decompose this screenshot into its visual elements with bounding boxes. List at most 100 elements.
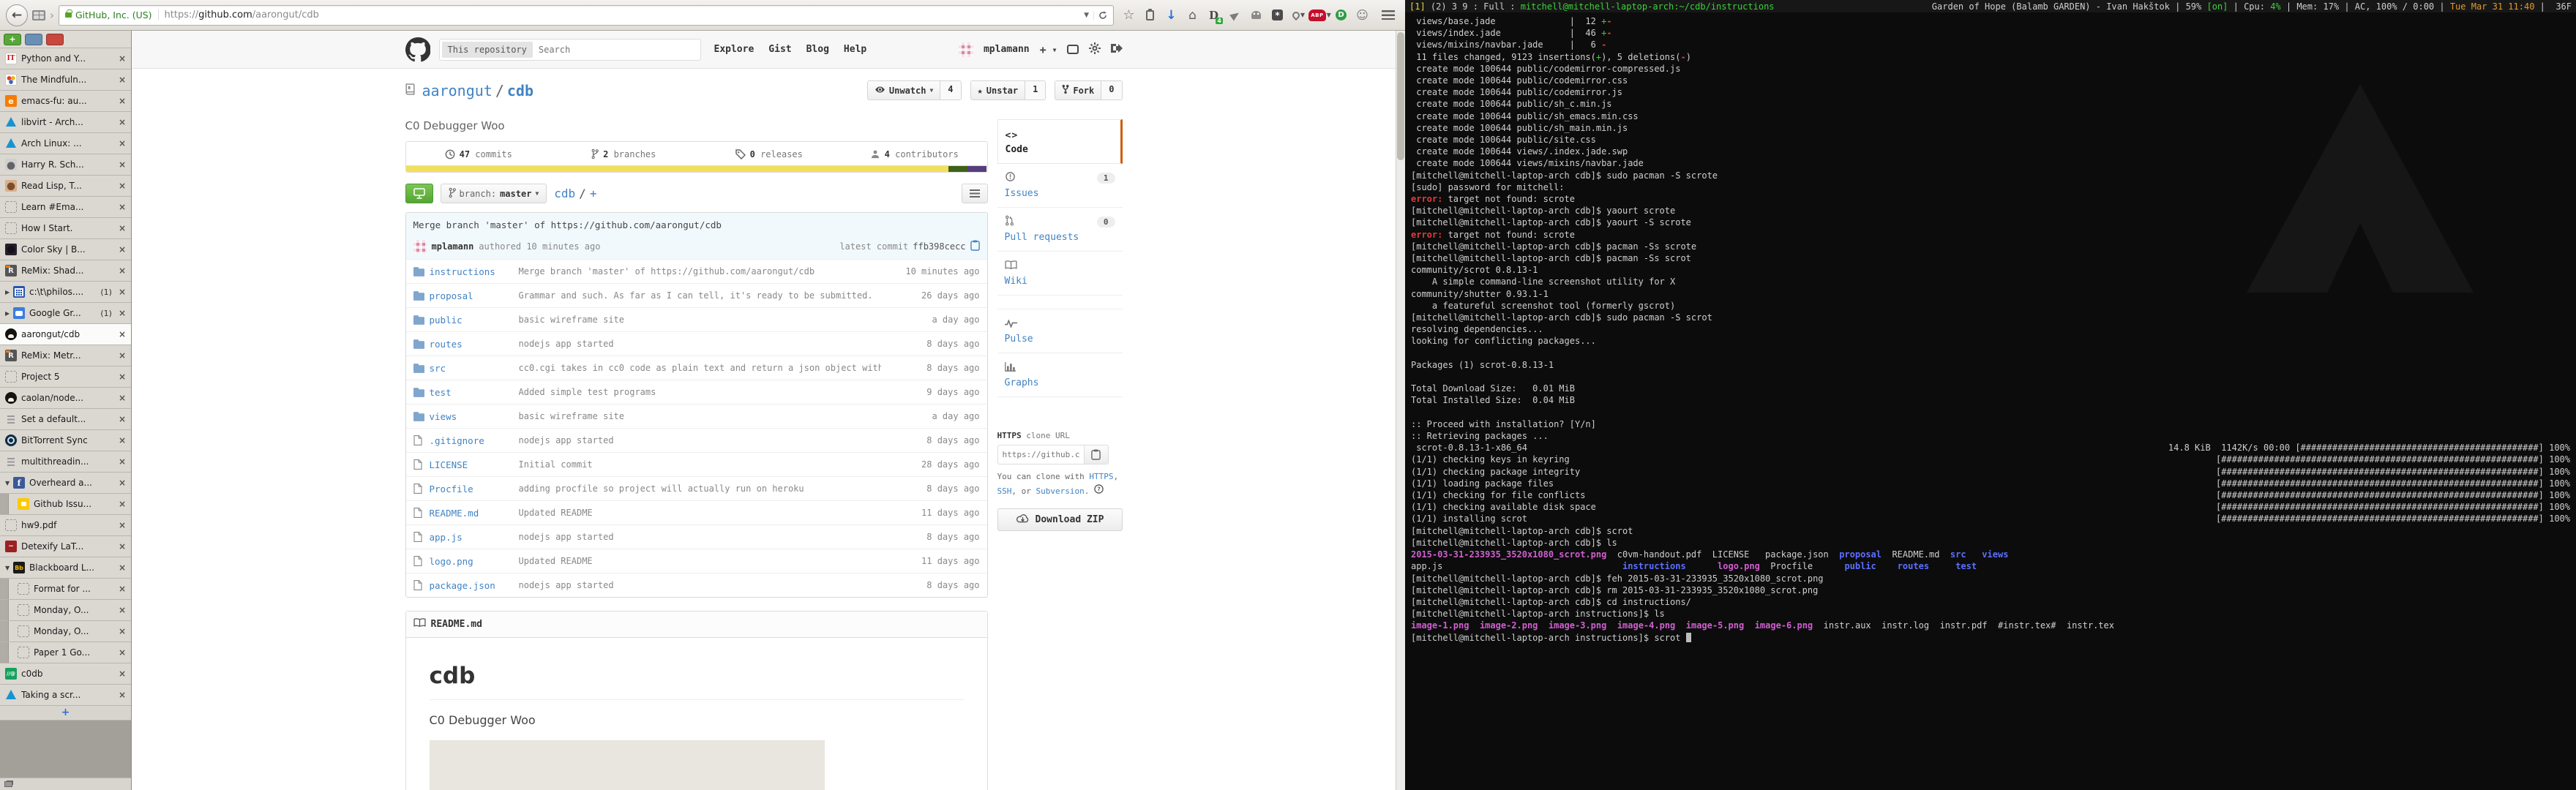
tab-row[interactable]: ITPython and Y...× <box>0 48 131 69</box>
bookmark-star-icon[interactable]: ☆ <box>1118 6 1139 25</box>
search-input[interactable] <box>533 45 700 55</box>
tab-row[interactable]: How I Start.× <box>0 218 131 239</box>
home-icon[interactable]: ⌂ <box>1182 6 1203 25</box>
download-arrow-icon[interactable]: ↓ <box>1161 6 1182 25</box>
tab-close-icon[interactable]: × <box>113 393 131 403</box>
language-bar[interactable] <box>405 166 988 173</box>
tab-close-icon[interactable]: × <box>113 372 131 382</box>
file-commit-message-link[interactable]: cc0.cgi takes in cc0 code as plain text … <box>519 363 881 373</box>
tab-row[interactable]: ▼BbBlackboard L...× <box>0 557 131 579</box>
sidebar-item-wiki[interactable]: Wiki <box>997 252 1123 296</box>
nav-link-gist[interactable]: Gist <box>768 44 791 55</box>
file-commit-message-link[interactable]: Updated README <box>519 556 881 566</box>
tab-row[interactable]: The Mindfuln...× <box>0 69 131 91</box>
lamp-icon[interactable]: ▼ <box>1288 6 1309 25</box>
repo-owner-link[interactable]: aarongut <box>422 82 493 99</box>
repo-name-link[interactable]: cdb <box>507 82 533 99</box>
file-commit-message-link[interactable]: basic wireframe site <box>519 315 881 325</box>
tab-close-icon[interactable]: × <box>113 541 131 552</box>
scrollbar-thumb[interactable] <box>1397 32 1404 160</box>
url-text[interactable]: https://github.com/aarongut/cdb <box>165 10 1080 20</box>
file-name-link[interactable]: LICENSE <box>430 459 519 470</box>
tab-close-icon[interactable]: × <box>113 435 131 445</box>
tab-close-icon[interactable]: × <box>113 75 131 85</box>
sidebar-item-issues[interactable]: 1Issues <box>997 164 1123 208</box>
watch-count[interactable]: 4 <box>940 81 960 99</box>
file-name-link[interactable]: package.json <box>430 580 519 591</box>
clone-ssh-link[interactable]: SSH <box>997 486 1012 496</box>
star-count[interactable]: 1 <box>1025 81 1045 99</box>
github-logo-icon[interactable] <box>405 37 430 62</box>
commit-message-link[interactable]: Merge branch 'master' of https://github.… <box>406 213 987 236</box>
new-file-button[interactable]: + <box>590 187 597 200</box>
branch-selector[interactable]: branch: master ▼ <box>441 184 547 203</box>
tab-close-icon[interactable]: × <box>113 287 131 297</box>
session-manager-icon[interactable]: * <box>1267 6 1288 25</box>
breadcrumb-repo-link[interactable]: cdb <box>554 187 575 200</box>
tab-close-icon[interactable]: × <box>113 456 131 467</box>
tab-row[interactable]: Paper 1 Go...× <box>0 642 131 663</box>
back-button[interactable]: ← <box>6 4 28 26</box>
sidebar-green-button[interactable]: + <box>4 34 21 45</box>
help-icon[interactable]: ? <box>1094 486 1104 496</box>
tab-row[interactable]: aarongut/cdb× <box>0 324 131 345</box>
file-name-link[interactable]: instructions <box>430 266 519 277</box>
tab-close-icon[interactable]: × <box>113 584 131 594</box>
twisty-icon[interactable]: ▶ <box>5 310 13 317</box>
search-box[interactable]: This repository <box>439 39 701 61</box>
tab-row[interactable]: Monday, O...× <box>0 600 131 621</box>
tab-row[interactable]: Read Lisp, T...× <box>0 176 131 197</box>
file-commit-message-link[interactable]: nodejs app started <box>519 339 881 349</box>
tab-row[interactable]: //@c0db× <box>0 663 131 685</box>
sidebar-item-graphs[interactable]: Graphs <box>997 353 1123 397</box>
tab-close-icon[interactable]: × <box>113 117 131 127</box>
tab-close-icon[interactable]: × <box>113 96 131 106</box>
file-name-link[interactable]: logo.png <box>430 556 519 567</box>
new-repo-menu[interactable]: + ▼ <box>1040 43 1057 56</box>
tab-row[interactable]: Arch Linux: ...× <box>0 133 131 154</box>
terminal-window[interactable]: [1] (2) 3 9 : Full : mitchell@mitchell-l… <box>1405 0 2576 790</box>
clone-https-link[interactable]: HTTPS <box>1089 472 1113 481</box>
commit-author-avatar[interactable] <box>413 240 427 253</box>
stat-commits[interactable]: 47 commits <box>406 142 552 165</box>
downthemall-icon[interactable]: D4 <box>1203 6 1224 25</box>
site-identity[interactable]: GitHub, Inc. (US) <box>65 10 159 20</box>
file-list-view-button[interactable] <box>962 184 988 203</box>
tab-row[interactable]: RReMix: Shad...× <box>0 260 131 282</box>
tab-close-icon[interactable]: × <box>113 223 131 233</box>
clipboard-icon[interactable] <box>1139 6 1161 25</box>
tab-close-icon[interactable]: × <box>113 308 131 318</box>
copy-sha-icon[interactable] <box>970 240 980 253</box>
tab-close-icon[interactable]: × <box>113 520 131 530</box>
file-name-link[interactable]: routes <box>430 339 519 350</box>
fork-count[interactable]: 0 <box>1101 81 1121 99</box>
tab-row[interactable]: ▶c:\t\philos....(1)× <box>0 282 131 303</box>
twisty-icon[interactable]: ▼ <box>5 480 13 486</box>
tab-row[interactable]: caolan/node...× <box>0 388 131 409</box>
sidebar-item-pull-requests[interactable]: 0Pull requests <box>997 208 1123 252</box>
tab-close-icon[interactable]: × <box>113 329 131 339</box>
pocket-send-icon[interactable] <box>1224 6 1246 25</box>
twisty-icon[interactable]: ▶ <box>5 289 13 296</box>
new-tab-button[interactable]: + <box>0 706 131 721</box>
tab-row[interactable]: Format for ...× <box>0 579 131 600</box>
tab-close-icon[interactable]: × <box>113 53 131 64</box>
android-icon[interactable] <box>1246 6 1267 25</box>
url-dropdown-icon[interactable]: ▼ <box>1079 12 1093 19</box>
fork-button[interactable]: Fork 0 <box>1055 80 1122 100</box>
tab-row[interactable]: RReMix: Metr...× <box>0 345 131 366</box>
tab-close-icon[interactable]: × <box>113 647 131 658</box>
file-name-link[interactable]: test <box>430 387 519 398</box>
tab-close-icon[interactable]: × <box>113 244 131 255</box>
file-name-link[interactable]: app.js <box>430 532 519 543</box>
file-name-link[interactable]: .gitignore <box>430 435 519 446</box>
file-commit-message-link[interactable]: Initial commit <box>519 459 881 470</box>
file-commit-message-link[interactable]: Merge branch 'master' of https://github.… <box>519 266 881 276</box>
tab-close-icon[interactable]: × <box>113 266 131 276</box>
twisty-icon[interactable]: ▼ <box>5 565 13 571</box>
tab-close-icon[interactable]: × <box>113 563 131 573</box>
file-commit-message-link[interactable]: Updated README <box>519 508 881 518</box>
file-commit-message-link[interactable]: nodejs app started <box>519 435 881 445</box>
file-commit-message-link[interactable]: nodejs app started <box>519 532 881 542</box>
stat-releases[interactable]: 0 releases <box>697 142 842 165</box>
